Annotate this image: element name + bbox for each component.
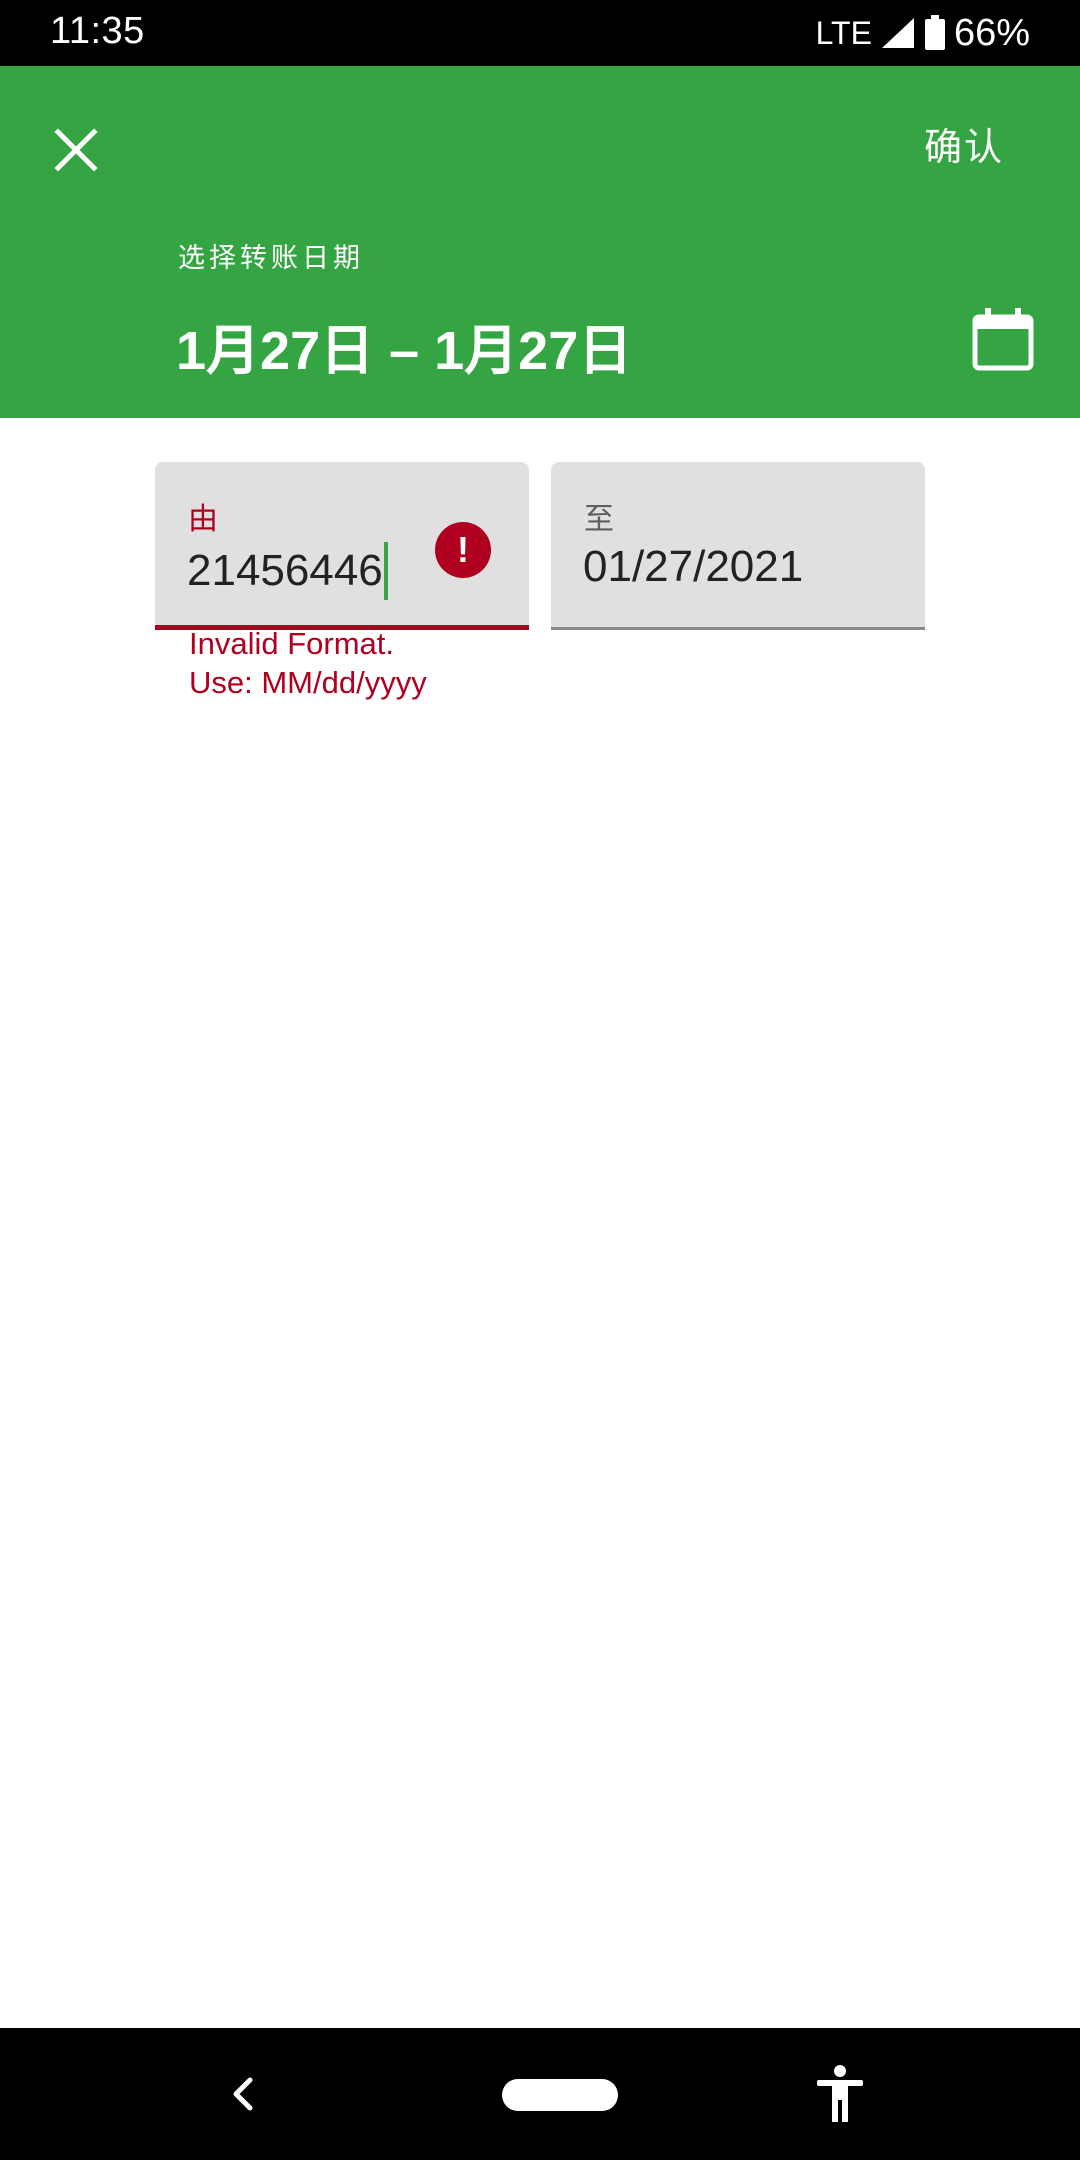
- back-icon[interactable]: [222, 2072, 266, 2116]
- network-type: LTE: [815, 14, 872, 51]
- calendar-toggle-button[interactable]: [970, 306, 1036, 372]
- text-cursor: [383, 542, 388, 600]
- battery-percent: 66%: [953, 11, 1030, 54]
- status-bar: 11:35 LTE 66%: [0, 0, 1080, 66]
- close-icon: [54, 128, 98, 172]
- status-time: 11:35: [50, 10, 145, 52]
- date-picker-header: 确认 选择转账日期 1月27日 – 1月27日: [0, 66, 1080, 418]
- from-date-label: 由: [188, 502, 218, 537]
- accessibility-icon[interactable]: [814, 2064, 866, 2124]
- battery-icon: [924, 15, 945, 50]
- from-date-error-message: Invalid Format. Use: MM/dd/yyyy: [189, 626, 427, 700]
- to-date-label: 至: [584, 502, 614, 537]
- from-date-input[interactable]: 21456446: [187, 542, 388, 600]
- to-date-value: 01/27/2021: [583, 542, 804, 591]
- close-button[interactable]: [44, 118, 108, 182]
- from-date-field[interactable]: 由 21456446 !: [155, 462, 529, 630]
- home-pill[interactable]: [502, 2079, 618, 2111]
- selected-date-range: 1月27日 – 1月27日: [176, 321, 633, 381]
- confirm-button[interactable]: 确认: [924, 116, 1004, 171]
- status-icons: LTE 66%: [816, 10, 1030, 56]
- to-date-input[interactable]: 01/27/2021: [583, 542, 803, 592]
- from-date-value: 21456446: [187, 546, 383, 595]
- screen: 11:35 LTE 66% 确认 选择转账日期 1月27日 – 1月27日 由 …: [0, 0, 1080, 2160]
- calendar-icon: [972, 308, 1034, 371]
- system-nav-bar: [0, 2028, 1080, 2160]
- header-subtitle: 选择转账日期: [178, 243, 364, 274]
- signal-icon: [881, 18, 914, 48]
- to-date-field[interactable]: 至 01/27/2021: [551, 462, 925, 630]
- error-icon: !: [435, 522, 491, 578]
